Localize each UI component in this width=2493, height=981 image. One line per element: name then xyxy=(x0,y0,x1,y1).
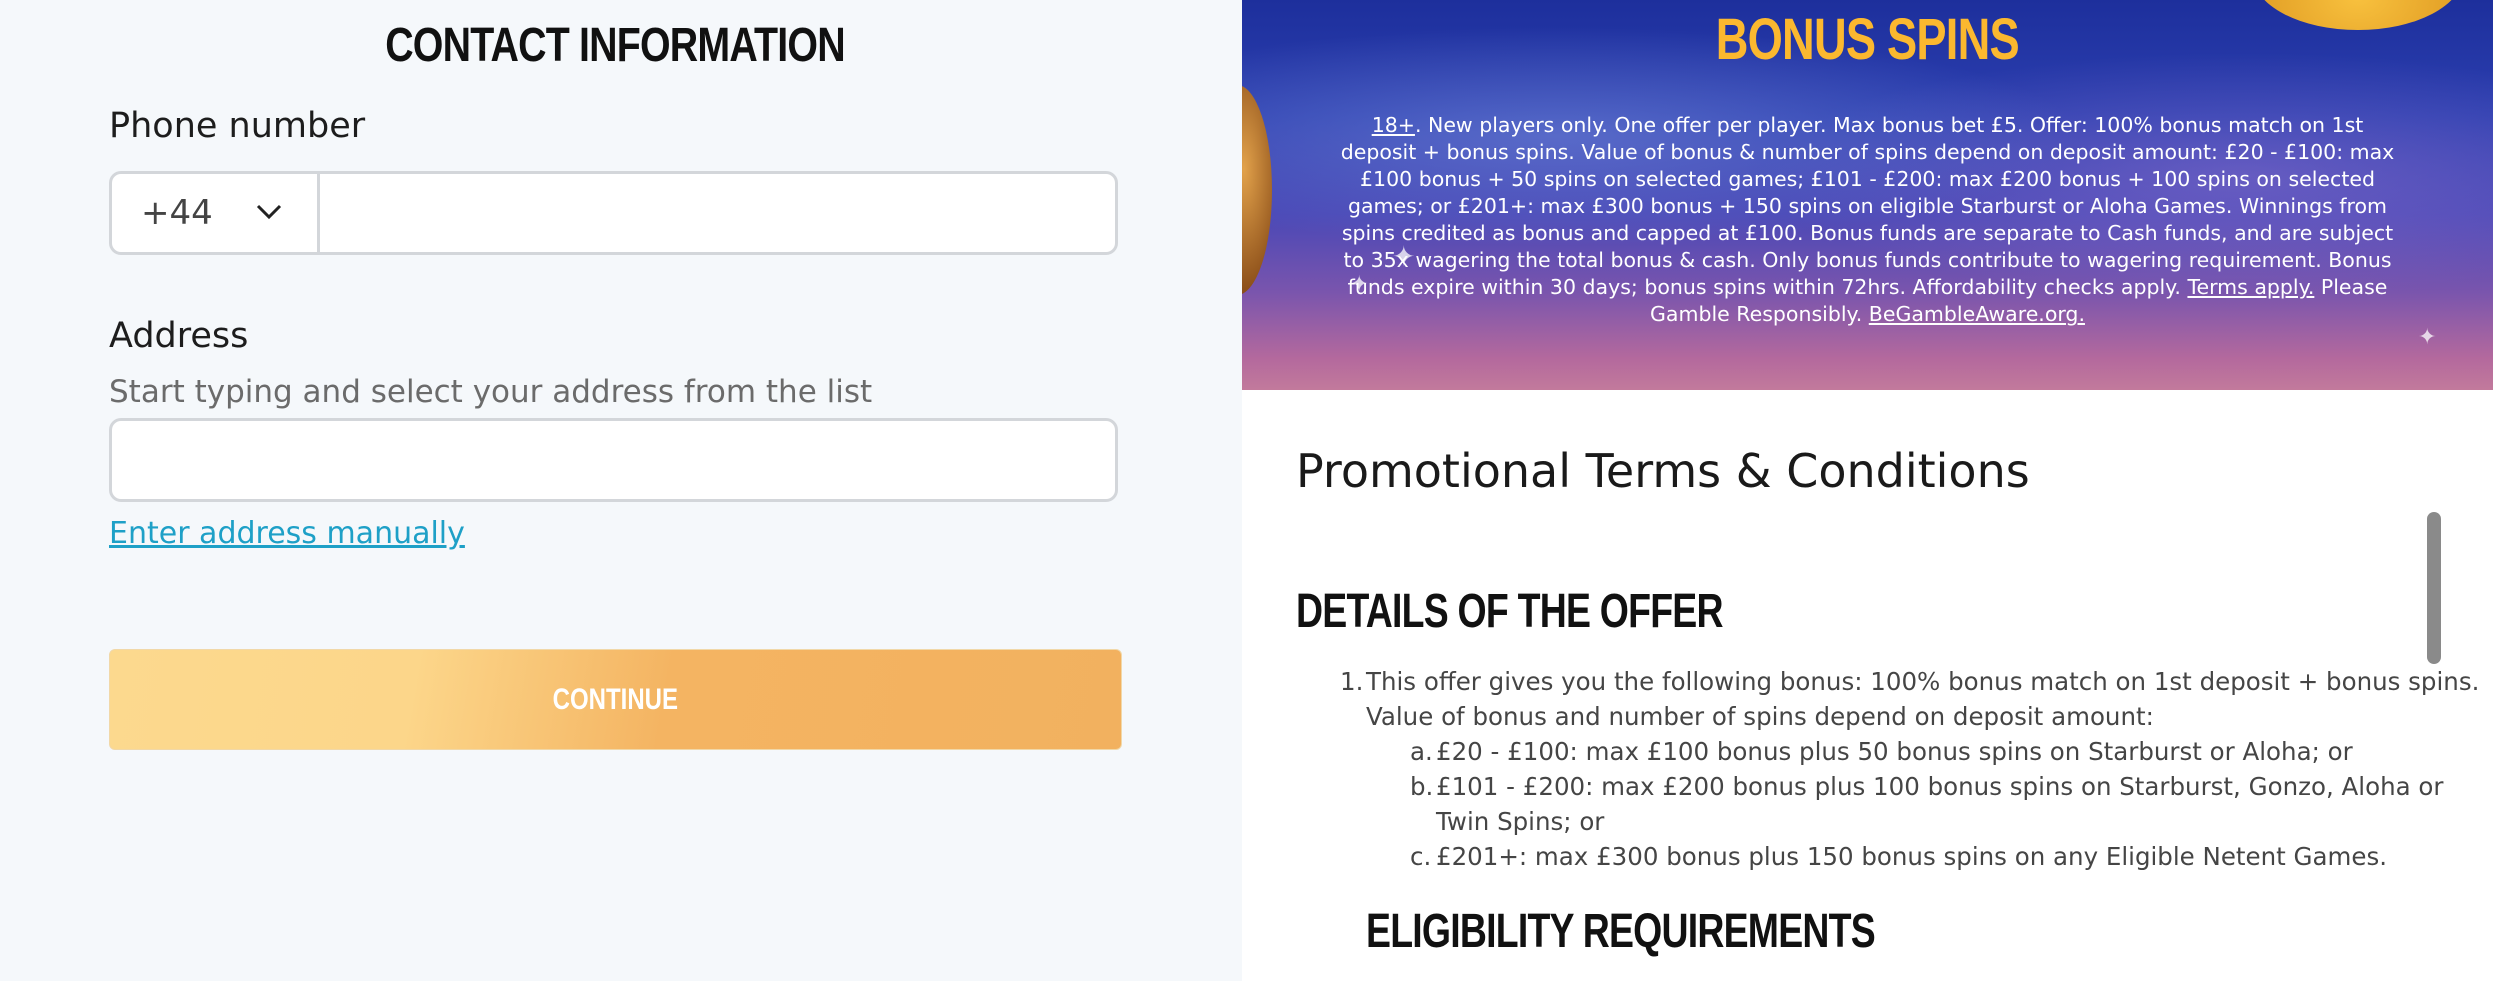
terms-body: . New players only. One offer per player… xyxy=(1340,113,2395,299)
address-input[interactable] xyxy=(109,418,1118,502)
age-restriction-link[interactable]: 18+ xyxy=(1372,113,1415,137)
list-marker: c. xyxy=(1410,842,1432,871)
coin-decoration xyxy=(1242,85,1272,295)
page-title: CONTACT INFORMATION xyxy=(385,19,845,72)
list-item-text: £20 - £100: max £100 bonus plus 50 bonus… xyxy=(1436,737,2353,766)
list-item: 1. This offer gives you the following bo… xyxy=(1340,664,2486,734)
promo-terms-title: Promotional Terms & Conditions xyxy=(1296,444,2030,498)
phone-field-group: +44 xyxy=(109,171,1118,255)
offer-details-list: 1. This offer gives you the following bo… xyxy=(1340,664,2486,874)
address-label: Address xyxy=(109,316,249,356)
banner-terms: 18+. New players only. One offer per pla… xyxy=(1332,112,2403,328)
section-heading-offer: DETAILS OF THE OFFER xyxy=(1296,585,1724,638)
list-item: b. £101 - £200: max £200 bonus plus 100 … xyxy=(1366,769,2486,839)
begambleaware-link[interactable]: BeGambleAware.org. xyxy=(1869,302,2085,326)
list-item-text: £201+: max £300 bonus plus 150 bonus spi… xyxy=(1436,842,2388,871)
country-code-value: +44 xyxy=(141,193,213,233)
phone-label: Phone number xyxy=(109,106,366,146)
list-item-text: £101 - £200: max £200 bonus plus 100 bon… xyxy=(1436,772,2444,836)
enter-address-manually-link[interactable]: Enter address manually xyxy=(109,516,465,551)
promo-panel: ✦ ✦ ✦ BONUS SPINS 18+. New players only.… xyxy=(1242,0,2493,981)
sparkle-icon: ✦ xyxy=(2418,325,2437,350)
scrollbar-thumb[interactable] xyxy=(2427,512,2441,664)
list-item: a. £20 - £100: max £100 bonus plus 50 bo… xyxy=(1366,734,2486,769)
list-marker: a. xyxy=(1410,737,1433,766)
list-item-text: This offer gives you the following bonus… xyxy=(1366,667,2480,731)
country-code-select[interactable]: +44 xyxy=(112,174,320,252)
address-helper-text: Start typing and select your address fro… xyxy=(109,374,873,410)
list-marker: 1. xyxy=(1340,667,1364,696)
banner-title: BONUS SPINS xyxy=(1715,7,2020,72)
section-heading-eligibility: ELIGIBILITY REQUIREMENTS xyxy=(1366,905,1876,958)
registration-panel: CONTACT INFORMATION Phone number +44 Add… xyxy=(0,0,1242,981)
list-item: c. £201+: max £300 bonus plus 150 bonus … xyxy=(1366,839,2486,874)
chevron-down-icon xyxy=(256,204,282,220)
continue-label: CONTINUE xyxy=(552,682,679,716)
list-marker: b. xyxy=(1410,772,1434,801)
terms-apply-link[interactable]: Terms apply. xyxy=(2187,275,2314,299)
phone-input[interactable] xyxy=(320,174,1115,252)
continue-button[interactable]: CONTINUE xyxy=(109,649,1122,750)
promo-banner: ✦ ✦ ✦ BONUS SPINS 18+. New players only.… xyxy=(1242,0,2493,390)
